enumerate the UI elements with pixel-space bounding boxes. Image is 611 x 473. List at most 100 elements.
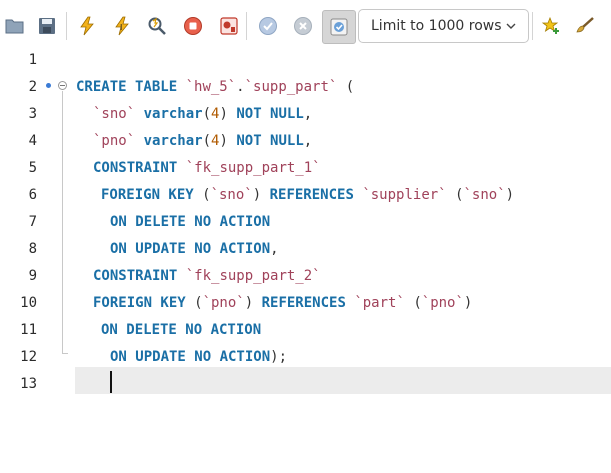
code-line[interactable]: 8 ON UPDATE NO ACTION,: [0, 236, 611, 263]
code-line[interactable]: 3 `sno` varchar(4) NOT NULL,: [0, 101, 611, 128]
toolbar-separator: [532, 12, 533, 40]
keyword: ON DELETE NO ACTION: [101, 322, 262, 338]
explain-icon[interactable]: [142, 11, 172, 41]
punctuation: ): [219, 106, 237, 122]
line-number: 2: [28, 79, 37, 95]
line-number: 4: [28, 133, 37, 149]
punctuation: (: [446, 187, 464, 203]
code-line[interactable]: 4 `pno` varchar(4) NOT NULL,: [0, 128, 611, 155]
code-text: FOREIGN KEY (`sno`) REFERENCES `supplier…: [101, 182, 514, 209]
identifier: `part`: [354, 295, 405, 311]
execute-current-icon[interactable]: I: [107, 11, 137, 41]
toolbar-separator: [66, 12, 67, 40]
punctuation: (: [337, 79, 355, 95]
keyword: REFERENCES: [261, 295, 346, 311]
code-line[interactable]: 9 CONSTRAINT `fk_supp_part_2`: [0, 263, 611, 290]
code-text: ON UPDATE NO ACTION);: [110, 344, 287, 371]
identifier: `fk_supp_part_2`: [185, 268, 321, 284]
code-line[interactable]: 7 ON DELETE NO ACTION: [0, 209, 611, 236]
punctuation: .: [236, 79, 245, 95]
code-text: FOREIGN KEY (`pno`) REFERENCES `part` (`…: [93, 290, 472, 317]
identifier: `supp_part`: [244, 79, 338, 95]
keyword: ON UPDATE NO ACTION: [110, 349, 271, 365]
code-text: CONSTRAINT `fk_supp_part_1`: [93, 155, 321, 182]
identifier: `hw_5`: [185, 79, 237, 95]
identifier: `sno`: [463, 187, 506, 203]
beautify-brush-icon[interactable]: [570, 11, 600, 41]
execute-icon[interactable]: [72, 11, 102, 41]
line-number: 10: [20, 295, 37, 311]
limit-rows-label: Limit to 1000 rows: [371, 18, 502, 34]
code-line[interactable]: 12 ON UPDATE NO ACTION);: [0, 344, 611, 371]
identifier: `sno`: [93, 106, 136, 122]
keyword: CONSTRAINT: [93, 160, 178, 176]
keyword: CREATE TABLE: [76, 79, 178, 95]
punctuation: ): [463, 295, 473, 311]
code-line[interactable]: 1: [0, 47, 611, 74]
limit-rows-select[interactable]: Limit to 1000 rows: [358, 9, 529, 43]
toggle-error-icon[interactable]: [214, 11, 244, 41]
keyword: ON DELETE NO ACTION: [110, 214, 271, 230]
autocommit-icon[interactable]: [322, 10, 356, 44]
punctuation: );: [270, 349, 288, 365]
code-text: ON DELETE NO ACTION: [101, 317, 261, 344]
identifier: `pno`: [202, 295, 245, 311]
line-number: 5: [28, 160, 37, 176]
punctuation: ): [252, 187, 270, 203]
punctuation: (: [404, 295, 422, 311]
line-number: 8: [28, 241, 37, 257]
punctuation: (: [185, 295, 203, 311]
line-number: 9: [28, 268, 37, 284]
chevron-down-icon: [506, 23, 516, 29]
code-text: `sno` varchar(4) NOT NULL,: [93, 101, 312, 128]
punctuation: ): [505, 187, 515, 203]
code-line[interactable]: 11 ON DELETE NO ACTION: [0, 317, 611, 344]
punctuation: ,: [270, 241, 279, 257]
line-number: 3: [28, 106, 37, 122]
keyword: NOT NULL: [236, 106, 304, 122]
keyword: NOT NULL: [236, 133, 304, 149]
svg-text:I: I: [120, 23, 122, 32]
code-text: `pno` varchar(4) NOT NULL,: [93, 128, 312, 155]
keyword: varchar: [143, 133, 203, 149]
sql-editor-toolbar: I Limit to 1000 rows: [0, 0, 611, 52]
save-icon[interactable]: [32, 11, 62, 41]
code-line-current[interactable]: 13: [0, 371, 611, 398]
keyword: varchar: [143, 106, 203, 122]
commit-icon[interactable]: [253, 11, 283, 41]
line-number: 1: [28, 52, 37, 68]
keyword: ON UPDATE NO ACTION: [110, 241, 271, 257]
identifier: `sno`: [210, 187, 253, 203]
identifier: `pno`: [93, 133, 136, 149]
bookmark-star-icon[interactable]: [536, 11, 566, 41]
punctuation: ): [244, 295, 262, 311]
code-line[interactable]: 2 CREATE TABLE `hw_5`.`supp_part` (: [0, 74, 611, 101]
open-folder-icon[interactable]: [0, 11, 30, 41]
code-text: ON DELETE NO ACTION: [110, 209, 270, 236]
code-text: ON UPDATE NO ACTION,: [110, 236, 279, 263]
punctuation: ,: [303, 106, 313, 122]
punctuation: ): [219, 133, 237, 149]
code-line[interactable]: 6 FOREIGN KEY (`sno`) REFERENCES `suppli…: [0, 182, 611, 209]
line-number: 13: [20, 376, 37, 392]
line-number: 7: [28, 214, 37, 230]
sql-editor[interactable]: 1 2 CREATE TABLE `hw_5`.`supp_part` ( 3 …: [0, 52, 611, 473]
punctuation: (: [193, 187, 211, 203]
code-line[interactable]: 10 FOREIGN KEY (`pno`) REFERENCES `part`…: [0, 290, 611, 317]
keyword: CONSTRAINT: [93, 268, 178, 284]
keyword: FOREIGN KEY: [93, 295, 186, 311]
line-number: 6: [28, 187, 37, 203]
code-text: CONSTRAINT `fk_supp_part_2`: [93, 263, 321, 290]
stop-icon[interactable]: [178, 11, 208, 41]
keyword: REFERENCES: [269, 187, 354, 203]
rollback-icon[interactable]: [288, 11, 318, 41]
line-number: 12: [20, 349, 37, 365]
keyword: FOREIGN KEY: [101, 187, 194, 203]
toolbar-separator: [246, 12, 247, 40]
code-line[interactable]: 5 CONSTRAINT `fk_supp_part_1`: [0, 155, 611, 182]
punctuation: ,: [303, 133, 313, 149]
